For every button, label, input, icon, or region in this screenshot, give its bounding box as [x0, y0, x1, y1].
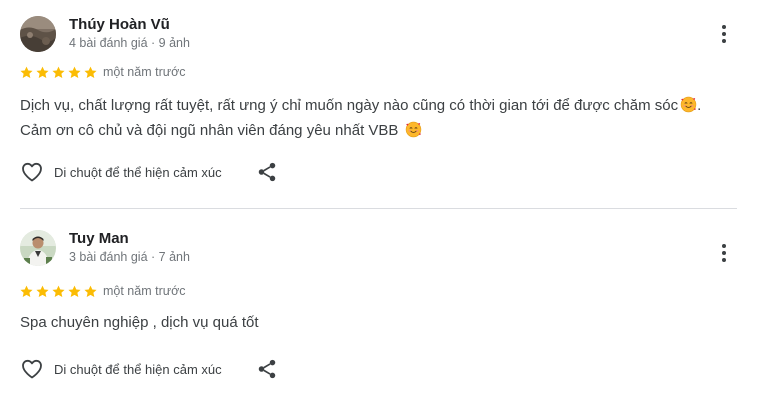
- review-text-line: Spa chuyên nghiệp , dịch vụ quá tốt: [20, 314, 259, 331]
- star-icon: [83, 284, 98, 299]
- review-text-line: Dịch vụ, chất lượng rất tuyệt, rất ưng ý…: [20, 96, 702, 114]
- more-vert-icon: [712, 241, 736, 265]
- reviewer-name[interactable]: Thúy Hoàn Vũ: [69, 16, 170, 33]
- more-options-button[interactable]: [712, 241, 736, 265]
- react-button[interactable]: Di chuột để thể hiện cảm xúc: [20, 357, 222, 381]
- star-icon: [35, 65, 50, 80]
- review-text: Dịch vụ, chất lượng rất tuyệt, rất ưng ý…: [20, 93, 740, 143]
- review-divider: [20, 208, 737, 209]
- review-card: Thúy Hoàn Vũ 4 bài đánh giá · 9 ảnh một …: [0, 0, 762, 208]
- heart-outline-icon: [20, 160, 44, 184]
- share-icon: [256, 358, 278, 380]
- review-time: một năm trước: [103, 284, 186, 298]
- smiling-face-with-hearts-emoji: [680, 96, 697, 113]
- star-rating: [19, 284, 98, 299]
- star-icon: [35, 284, 50, 299]
- heart-outline-icon: [20, 357, 44, 381]
- review-card: Tuy Man 3 bài đánh giá · 7 ảnh một năm t…: [0, 214, 762, 404]
- share-button[interactable]: [256, 358, 278, 380]
- share-icon: [256, 161, 278, 183]
- star-icon: [19, 284, 34, 299]
- star-rating: [19, 65, 98, 80]
- review-text: Spa chuyên nghiệp , dịch vụ quá tốt: [20, 310, 740, 335]
- react-label: Di chuột để thể hiện cảm xúc: [54, 164, 222, 180]
- reviewer-name[interactable]: Tuy Man: [69, 230, 129, 247]
- share-button[interactable]: [256, 161, 278, 183]
- react-label: Di chuột để thể hiện cảm xúc: [54, 361, 222, 377]
- reviewer-avatar[interactable]: [20, 230, 56, 266]
- react-button[interactable]: Di chuột để thể hiện cảm xúc: [20, 160, 222, 184]
- review-time: một năm trước: [103, 65, 186, 79]
- reviewer-avatar[interactable]: [20, 16, 56, 52]
- star-icon: [51, 284, 66, 299]
- review-text-line: Cảm ơn cô chủ và đội ngũ nhân viên đáng …: [20, 118, 740, 143]
- reviewer-stats: 3 bài đánh giá · 7 ảnh: [69, 250, 190, 264]
- more-vert-icon: [712, 22, 736, 46]
- smiling-face-with-hearts-emoji: [405, 121, 422, 138]
- reviewer-stats: 4 bài đánh giá · 9 ảnh: [69, 36, 190, 50]
- star-icon: [67, 284, 82, 299]
- star-icon: [83, 65, 98, 80]
- star-icon: [19, 65, 34, 80]
- more-options-button[interactable]: [712, 22, 736, 46]
- star-icon: [67, 65, 82, 80]
- star-icon: [51, 65, 66, 80]
